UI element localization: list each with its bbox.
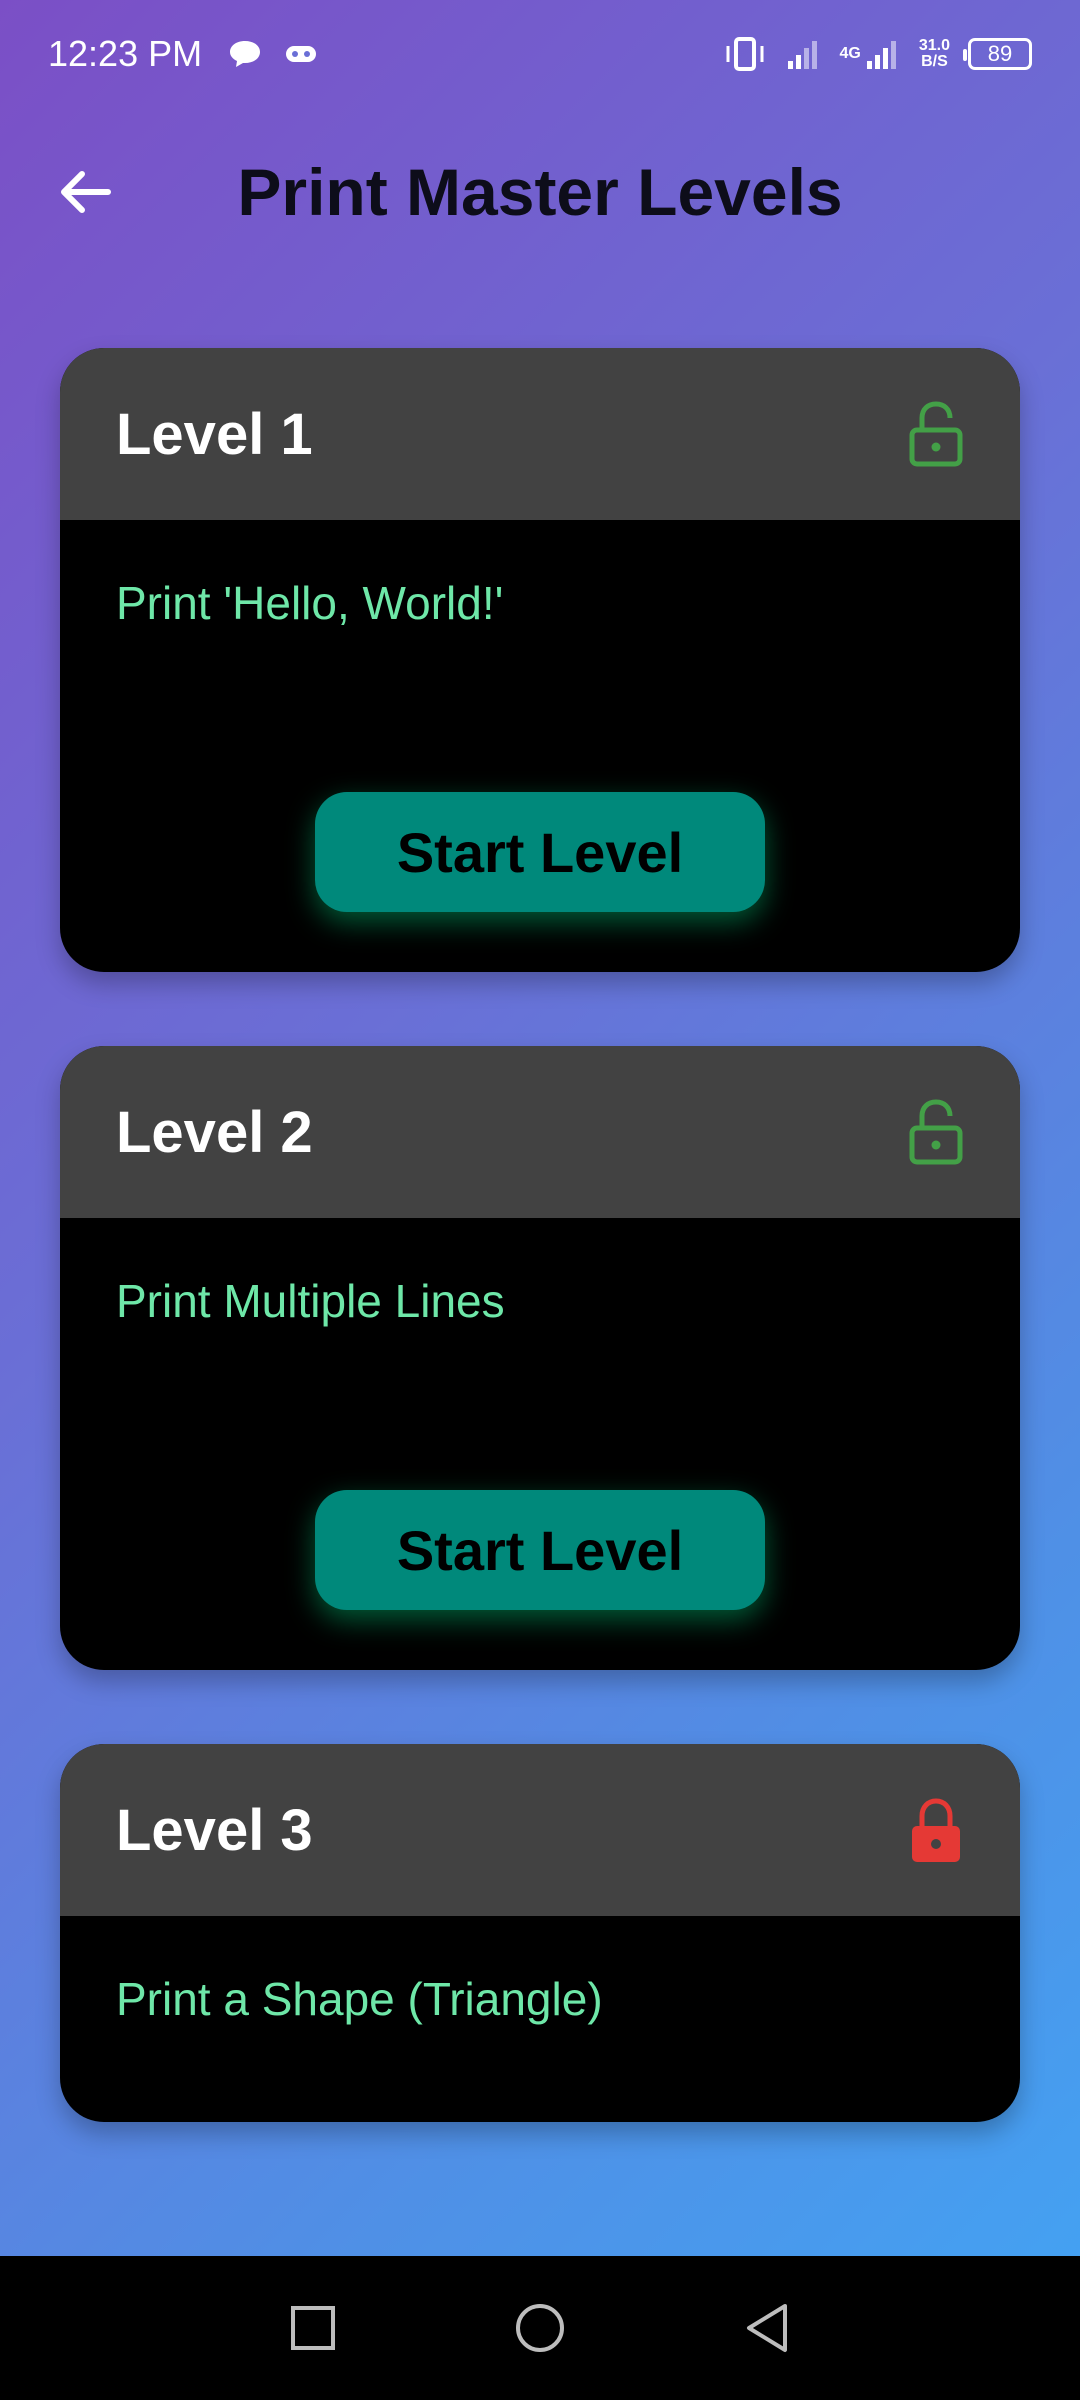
battery-icon: 89 [963,38,1032,70]
app-bar: Print Master Levels [0,108,1080,276]
chat-bubble-icon [230,41,261,67]
level-card-header: Level 1 [60,348,1020,520]
back-button[interactable] [48,156,120,228]
recents-button[interactable] [273,2288,353,2368]
signal-icon [787,41,817,69]
unlocked-icon [909,1099,963,1165]
level-card-2: Level 2 Print Multiple Lines Start Level [60,1046,1020,1670]
level-card-header: Level 2 [60,1046,1020,1218]
square-icon [291,2306,336,2350]
notification-icons [228,39,318,69]
speed-value: 31.0 [918,37,950,54]
network-speed: 31.0 B/S [919,38,950,70]
signal-icon-2 [866,41,896,69]
locked-icon [912,1798,960,1862]
status-time: 12:23 PM [48,33,203,74]
speed-unit: B/S [921,53,948,70]
page-title: Print Master Levels [237,155,843,229]
battery-level: 89 [987,41,1013,66]
start-level-button[interactable]: Start Level [315,792,765,912]
gamepad-icon [286,46,317,62]
level-card-1: Level 1 Print 'Hello, World!' Start Leve… [60,348,1020,972]
triangle-back-icon [746,2304,787,2352]
level-card-header: Level 3 [60,1744,1020,1916]
level-card-body: Print Multiple Lines Start Level [60,1218,1020,1670]
unlocked-icon [909,401,963,467]
level-card-body: Print a Shape (Triangle) [60,1916,1020,2122]
network-type: 4G [839,45,861,62]
start-level-button[interactable]: Start Level [315,1490,765,1610]
home-button[interactable] [500,2288,580,2368]
level-title: Level 2 [116,1099,313,1165]
vibrate-icon [726,37,764,71]
level-description: Print a Shape (Triangle) [116,1973,603,2025]
status-bar: 12:23 PM 4G 31.0 B/S 89 [0,0,1080,108]
system-nav-bar [0,2256,1080,2400]
level-list: Level 1 Print 'Hello, World!' Start Leve… [60,348,1020,2196]
level-description: Print Multiple Lines [116,1275,505,1327]
level-title: Level 3 [116,1797,313,1863]
arrow-left-icon [61,171,111,213]
network-indicator: 4G [840,37,901,71]
level-card-body: Print 'Hello, World!' Start Level [60,520,1020,972]
nav-back-button[interactable] [727,2288,807,2368]
level-description: Print 'Hello, World!' [116,577,504,629]
circle-icon [515,2304,564,2352]
level-card-3: Level 3 Print a Shape (Triangle) [60,1744,1020,2122]
level-title: Level 1 [116,401,313,467]
